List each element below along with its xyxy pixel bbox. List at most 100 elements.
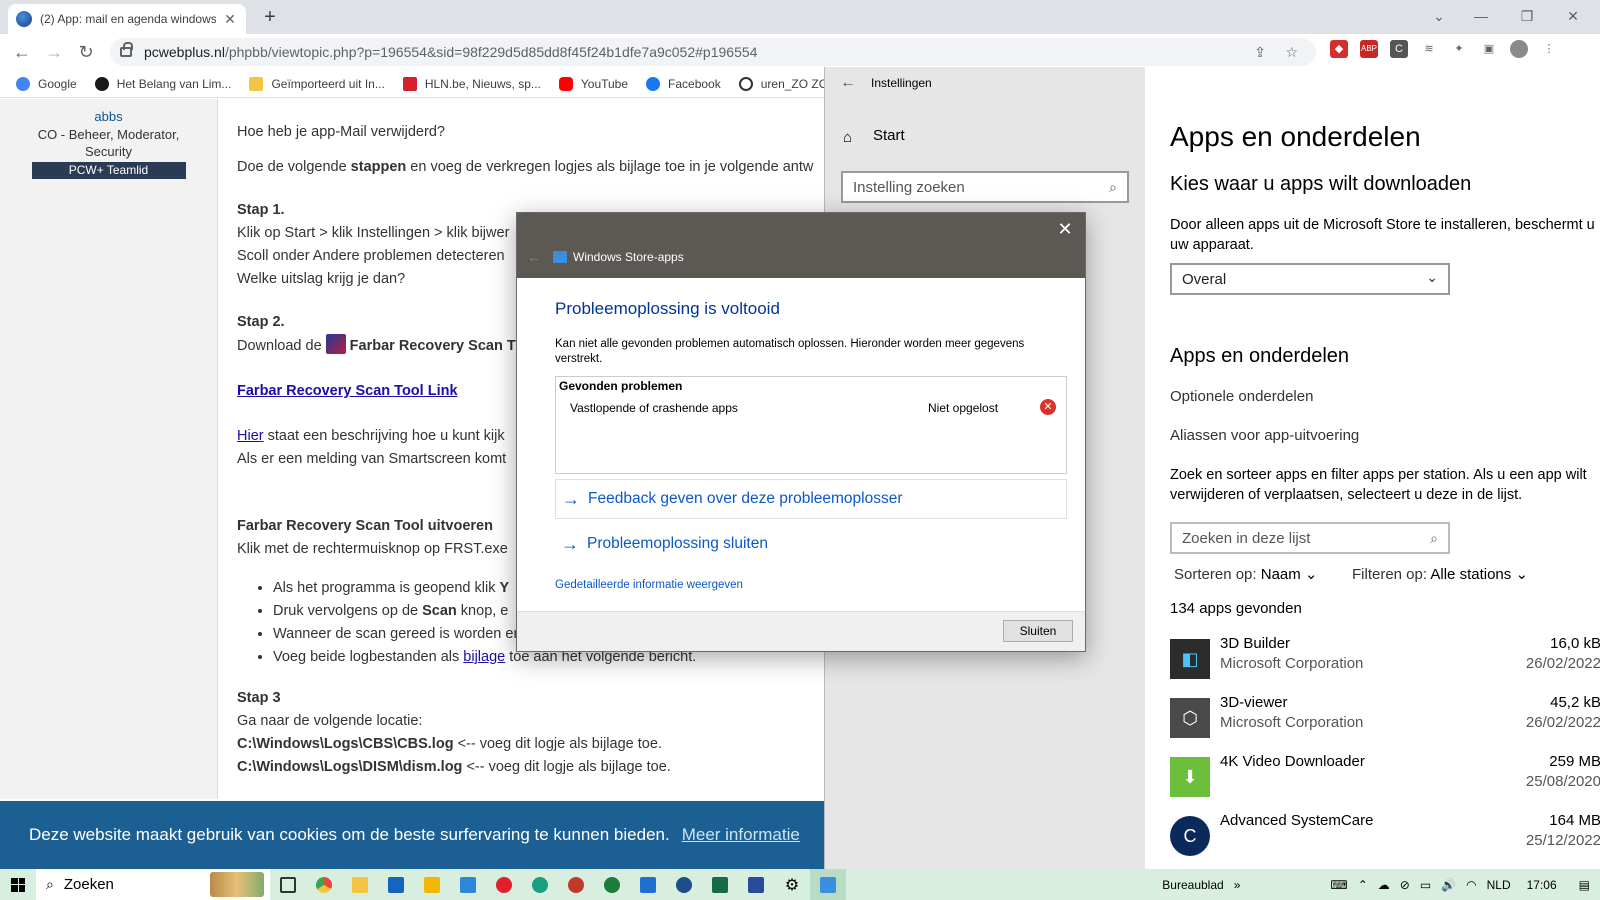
dialog-back-icon[interactable]: ←: [527, 249, 541, 265]
download-source-dropdown[interactable]: Overal ⌄: [1170, 263, 1450, 295]
side-panel-icon[interactable]: ▣: [1480, 40, 1498, 58]
team-badge: PCW+ Teamlid: [31, 162, 186, 179]
network-off-icon[interactable]: ⊘: [1400, 878, 1410, 892]
task-view-icon[interactable]: [270, 869, 306, 900]
feedback-link[interactable]: → Feedback geven over deze probleemoplos…: [555, 479, 1067, 519]
notification-icon[interactable]: ▤: [1579, 878, 1590, 892]
minimize-icon[interactable]: —: [1458, 4, 1504, 28]
app-count: 134 apps gevonden: [1170, 600, 1302, 617]
new-tab-button[interactable]: +: [258, 6, 282, 29]
clock[interactable]: 17:06: [1527, 878, 1557, 892]
bookmark-item[interactable]: Het Belang van Lim...: [94, 76, 231, 91]
file-explorer-icon[interactable]: [414, 869, 450, 900]
bookmark-item[interactable]: HLN.be, Nieuws, sp...: [402, 76, 541, 91]
frst-download-link[interactable]: Farbar Recovery Scan Tool Link: [237, 383, 458, 399]
menu-kebab-icon[interactable]: ⋮: [1540, 40, 1558, 58]
settings-title: Instellingen: [871, 76, 932, 90]
bookmark-item[interactable]: Google: [16, 76, 77, 91]
defender-icon[interactable]: [630, 869, 666, 900]
close-troubleshooter-link[interactable]: → Probleemoplossing sluiten: [555, 524, 1067, 564]
url-path: /phpbb/viewtopic.php?p=196554&sid=98f229…: [224, 44, 758, 60]
browser-tab[interactable]: (2) App: mail en agenda windows ✕: [8, 4, 246, 34]
chevron-right-icon[interactable]: »: [1234, 878, 1241, 892]
settings-icon[interactable]: ⚙: [774, 869, 810, 900]
tab-search-icon[interactable]: ⌄: [1416, 4, 1462, 28]
app-aliases-link[interactable]: Aliassen voor app-uitvoering: [1170, 426, 1359, 446]
bookmark-item[interactable]: uren_ZO ZO_: [738, 76, 835, 91]
share-icon[interactable]: ⇪: [1254, 44, 1266, 61]
bookmark-item[interactable]: Facebook: [646, 76, 721, 91]
windows-icon: [11, 877, 25, 892]
address-bar[interactable]: pcwebplus.nl/phpbb/viewtopic.php?p=19655…: [110, 38, 1316, 66]
hier-link[interactable]: Hier: [237, 428, 264, 444]
post-heading: Stap 3: [237, 690, 281, 706]
taskbar: ⌕ Zoeken ⚙ Bureaublad » ⌨ ⌃ ☁ ⊘ ▭ 🔊 ◠ NL…: [0, 869, 1600, 900]
mail-icon[interactable]: [378, 869, 414, 900]
app-list-item[interactable]: C Advanced SystemCare 164 MB 25/12/2022: [1170, 812, 1600, 869]
app-blue-icon[interactable]: [666, 869, 702, 900]
profile-avatar[interactable]: [1510, 40, 1528, 58]
chevron-down-icon: ⌄: [1515, 566, 1529, 583]
app-list-search-input[interactable]: Zoeken in deze lijst ⌕: [1170, 522, 1450, 554]
app-tools-icon[interactable]: [738, 869, 774, 900]
app-list-item[interactable]: ⬡ 3D-viewer Microsoft Corporation 45,2 k…: [1170, 694, 1600, 752]
cookie-text: Deze website maakt gebruik van cookies o…: [29, 825, 670, 844]
page-title: Apps en onderdelen: [1170, 121, 1421, 152]
4k-video-downloader-icon: ⬇: [1170, 757, 1210, 797]
app-red-icon[interactable]: [558, 869, 594, 900]
sort-dropdown[interactable]: Sorteren op: Naam ⌄: [1174, 565, 1318, 585]
close-window-icon[interactable]: ✕: [1550, 4, 1596, 28]
cloud-icon[interactable]: ☁: [1378, 878, 1390, 892]
back-icon[interactable]: ←: [10, 40, 34, 64]
cookie-more-info-link[interactable]: Meer informatie: [682, 825, 800, 845]
details-link[interactable]: Gedetailleerde informatie weergeven: [555, 579, 743, 591]
bijlage-link[interactable]: bijlage: [463, 649, 505, 665]
post-profile: abbs CO - Beheer, Moderator, Security PC…: [0, 99, 218, 799]
dialog-header: ✕ ← Windows Store-apps: [517, 213, 1085, 278]
keyboard-icon[interactable]: ⌨: [1330, 878, 1347, 892]
photos-icon[interactable]: [342, 869, 378, 900]
wifi-icon[interactable]: ◠: [1466, 878, 1476, 892]
store-icon[interactable]: [450, 869, 486, 900]
filter-text: Zoek en sorteer apps en filter apps per …: [1170, 467, 1587, 483]
taskbar-search[interactable]: ⌕ Zoeken: [36, 869, 270, 900]
ublock-icon[interactable]: ◆: [1330, 40, 1348, 58]
language-indicator[interactable]: NLD: [1487, 878, 1511, 892]
close-button[interactable]: Sluiten: [1003, 620, 1073, 642]
settings-search-input[interactable]: Instelling zoeken ⌕: [841, 171, 1129, 203]
app-green-icon[interactable]: [594, 869, 630, 900]
bookmark-item[interactable]: YouTube: [558, 76, 628, 91]
adblock-icon[interactable]: ABP: [1360, 40, 1378, 58]
start-button[interactable]: [0, 869, 36, 900]
arrow-right-icon: →: [562, 488, 580, 509]
tab-close-icon[interactable]: ✕: [222, 11, 238, 28]
app-list-item[interactable]: ⬇ 4K Video Downloader 259 MB 25/08/2020: [1170, 753, 1600, 811]
battery-icon[interactable]: ▭: [1420, 878, 1431, 892]
url-host: pcwebplus.nl: [144, 44, 225, 60]
bookmark-item[interactable]: Geïmporteerd uit In...: [249, 76, 385, 91]
problems-heading: Gevonden problemen: [559, 379, 683, 393]
optional-features-link[interactable]: Optionele onderdelen: [1170, 387, 1313, 407]
app-list-item[interactable]: ◧ 3D Builder Microsoft Corporation 16,0 …: [1170, 635, 1600, 693]
vpn-icon[interactable]: [702, 869, 738, 900]
chrome-icon[interactable]: [306, 869, 342, 900]
extension-wifi-icon[interactable]: ≋: [1420, 40, 1438, 58]
edge-icon[interactable]: [522, 869, 558, 900]
volume-icon[interactable]: 🔊: [1441, 878, 1456, 892]
username-link[interactable]: abbs: [0, 109, 217, 124]
extension-c-icon[interactable]: C: [1390, 40, 1408, 58]
settings-back-icon[interactable]: ←: [825, 74, 871, 92]
reload-icon[interactable]: ↻: [74, 40, 98, 64]
opera-icon[interactable]: [486, 869, 522, 900]
chevron-up-icon[interactable]: ⌃: [1358, 878, 1368, 892]
dialog-close-icon[interactable]: ✕: [1055, 219, 1075, 240]
download-text: uw apparaat.: [1170, 237, 1254, 253]
restore-icon[interactable]: ❐: [1504, 4, 1550, 28]
forward-icon[interactable]: →: [42, 40, 66, 64]
extensions-puzzle-icon[interactable]: ✦: [1450, 40, 1468, 58]
settings-home[interactable]: ⌂ Start: [843, 127, 905, 146]
bookmark-star-icon[interactable]: ☆: [1285, 44, 1298, 61]
desktop-label[interactable]: Bureaublad: [1162, 878, 1223, 892]
filter-dropdown[interactable]: Filteren op: Alle stations ⌄: [1352, 565, 1528, 585]
troubleshooter-icon[interactable]: [810, 869, 846, 900]
